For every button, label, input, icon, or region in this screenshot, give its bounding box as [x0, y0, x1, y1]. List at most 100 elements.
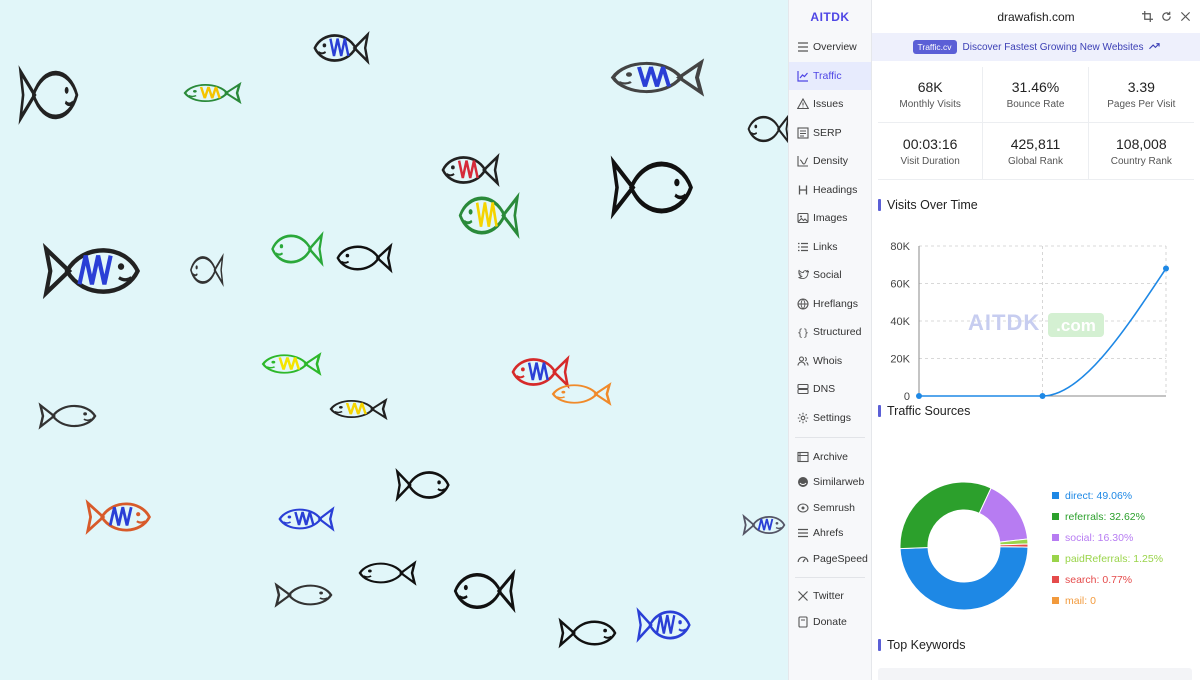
legend-label: referrals: 32.62% — [1065, 510, 1145, 523]
donut-slice-direct[interactable] — [899, 546, 1029, 611]
refresh-icon[interactable] — [1159, 9, 1173, 23]
y-tick-label: 40K — [890, 316, 910, 328]
svg-text:{}: {} — [797, 328, 809, 338]
fish-icon[interactable] — [558, 615, 620, 651]
sidebar-item-issues[interactable]: Issues — [789, 90, 871, 119]
crop-icon[interactable] — [1140, 9, 1154, 23]
sidebar-item-overview[interactable]: Overview — [789, 33, 871, 62]
sidebar-item-social[interactable]: Social — [789, 261, 871, 290]
y-tick-label: 20K — [890, 354, 910, 366]
close-icon[interactable] — [1178, 9, 1192, 23]
stat-value: 425,811 — [1010, 135, 1061, 152]
donut-slice-search[interactable] — [999, 543, 1029, 548]
fish-icon[interactable] — [636, 604, 694, 646]
sidebar-divider — [795, 437, 865, 438]
fish-icon[interactable] — [333, 240, 393, 276]
sidebar-item-hreflangs[interactable]: Hreflangs — [789, 290, 871, 319]
sidebar-item-structured[interactable]: {} Structured — [789, 318, 871, 347]
sidebar-item-semrush[interactable]: Semrush — [789, 495, 871, 521]
sidebar-item-pagespeed[interactable]: PageSpeed — [789, 546, 871, 572]
fish-icon[interactable] — [268, 228, 324, 270]
sidebar-item-label: SERP — [813, 126, 842, 139]
server-icon — [796, 383, 809, 396]
sidebar-item-links[interactable]: Links — [789, 233, 871, 262]
sidebar-item-dns[interactable]: DNS — [789, 375, 871, 404]
sidebar-item-headings[interactable]: Headings — [789, 176, 871, 205]
sidebar-item-similarweb[interactable]: Similarweb — [789, 470, 871, 496]
braces-icon: {} — [796, 326, 809, 339]
sidebar-item-twitter[interactable]: Twitter — [789, 584, 871, 610]
fish-icon[interactable] — [610, 150, 698, 225]
fish-icon[interactable] — [188, 250, 224, 290]
fish-icon[interactable] — [326, 396, 388, 422]
sidebar-item-label: Donate — [813, 615, 847, 628]
fish-icon[interactable] — [42, 238, 146, 304]
fish-icon[interactable] — [605, 55, 705, 100]
sidebar-item-donate[interactable]: Donate — [789, 609, 871, 635]
sidebar-item-label: Density — [813, 155, 849, 168]
overview-icon — [796, 41, 809, 54]
top-keywords-title: Top Keywords — [878, 638, 966, 652]
traffic-sources-legend: direct: 49.06% referrals: 32.62% social: 1… — [1052, 485, 1163, 611]
fish-icon[interactable] — [355, 558, 417, 588]
legend-swatch — [1052, 513, 1059, 520]
fish-icon[interactable] — [438, 150, 500, 190]
stat-label: Visit Duration — [900, 155, 960, 167]
y-tick-label: 80K — [890, 241, 910, 253]
fish-icon[interactable] — [85, 496, 155, 538]
sidebar-item-archive[interactable]: Archive — [789, 444, 871, 470]
traffic-cv-banner[interactable]: Traffic.cv Discover Fastest Growing New … — [872, 33, 1200, 61]
sidebar-item-label: Similarweb — [813, 476, 865, 489]
pagespeed-icon — [796, 552, 809, 565]
sidebar-item-label: Images — [813, 212, 848, 225]
ahrefs-icon — [796, 527, 809, 540]
sidebar-item-label: PageSpeed — [813, 552, 868, 565]
fish-icon[interactable] — [455, 188, 520, 243]
legend-item-direct[interactable]: direct: 49.06% — [1052, 485, 1163, 506]
y-tick-label: 0 — [904, 391, 910, 402]
legend-swatch — [1052, 555, 1059, 562]
legend-label: direct: 49.06% — [1065, 489, 1133, 502]
fish-icon[interactable] — [18, 60, 82, 130]
sidebar-item-traffic[interactable]: Traffic — [789, 61, 871, 90]
sidebar-item-serp[interactable]: SERP — [789, 119, 871, 148]
legend-item-referrals[interactable]: referrals: 32.62% — [1052, 506, 1163, 527]
sidebar-item-label: Archive — [813, 450, 849, 463]
sidebar-item-whois[interactable]: Whois — [789, 347, 871, 376]
legend-item-social[interactable]: social: 16.30% — [1052, 527, 1163, 548]
fish-icon[interactable] — [258, 350, 322, 378]
fish-icon[interactable] — [395, 465, 453, 505]
donut-slice-referrals[interactable] — [899, 481, 992, 550]
sidebar-item-images[interactable]: Images — [789, 204, 871, 233]
sidebar-item-label: DNS — [813, 383, 836, 396]
legend-item-mail[interactable]: mail: 0 — [1052, 590, 1163, 611]
fish-icon[interactable] — [742, 512, 788, 538]
fish-icon[interactable] — [38, 400, 100, 432]
stat-label: Global Rank — [1007, 155, 1063, 167]
sidebar-item-settings[interactable]: Settings — [789, 404, 871, 433]
heading-icon — [796, 183, 809, 196]
fish-icon[interactable] — [274, 580, 336, 610]
traffic-cv-badge: Traffic.cv — [912, 40, 957, 54]
sidebar-item-label: Whois — [813, 354, 843, 367]
legend-label: search: 0.77% — [1065, 573, 1133, 586]
globe-icon — [796, 297, 809, 310]
fish-tank-canvas[interactable] — [0, 0, 788, 680]
fish-icon[interactable] — [180, 80, 242, 106]
stat-label: Country Rank — [1110, 155, 1172, 167]
image-icon — [796, 212, 809, 225]
watermark-suffix: .com — [1056, 316, 1096, 335]
sidebar-item-density[interactable]: Density — [789, 147, 871, 176]
legend-item-paidreferrals[interactable]: paidReferrals: 1.25% — [1052, 548, 1163, 569]
fish-icon[interactable] — [450, 565, 516, 617]
sidebar-item-label: Links — [813, 240, 838, 253]
fish-icon[interactable] — [275, 504, 335, 534]
sidebar-item-ahrefs[interactable]: Ahrefs — [789, 521, 871, 547]
stats-grid: 68K Monthly Visits 31.46% Bounce Rate 3.39 Pa… — [878, 67, 1194, 180]
legend-swatch — [1052, 597, 1059, 604]
fish-icon[interactable] — [310, 28, 370, 68]
fish-icon[interactable] — [745, 110, 788, 148]
legend-item-search[interactable]: search: 0.77% — [1052, 569, 1163, 590]
legend-swatch — [1052, 534, 1059, 541]
fish-icon[interactable] — [548, 380, 612, 408]
